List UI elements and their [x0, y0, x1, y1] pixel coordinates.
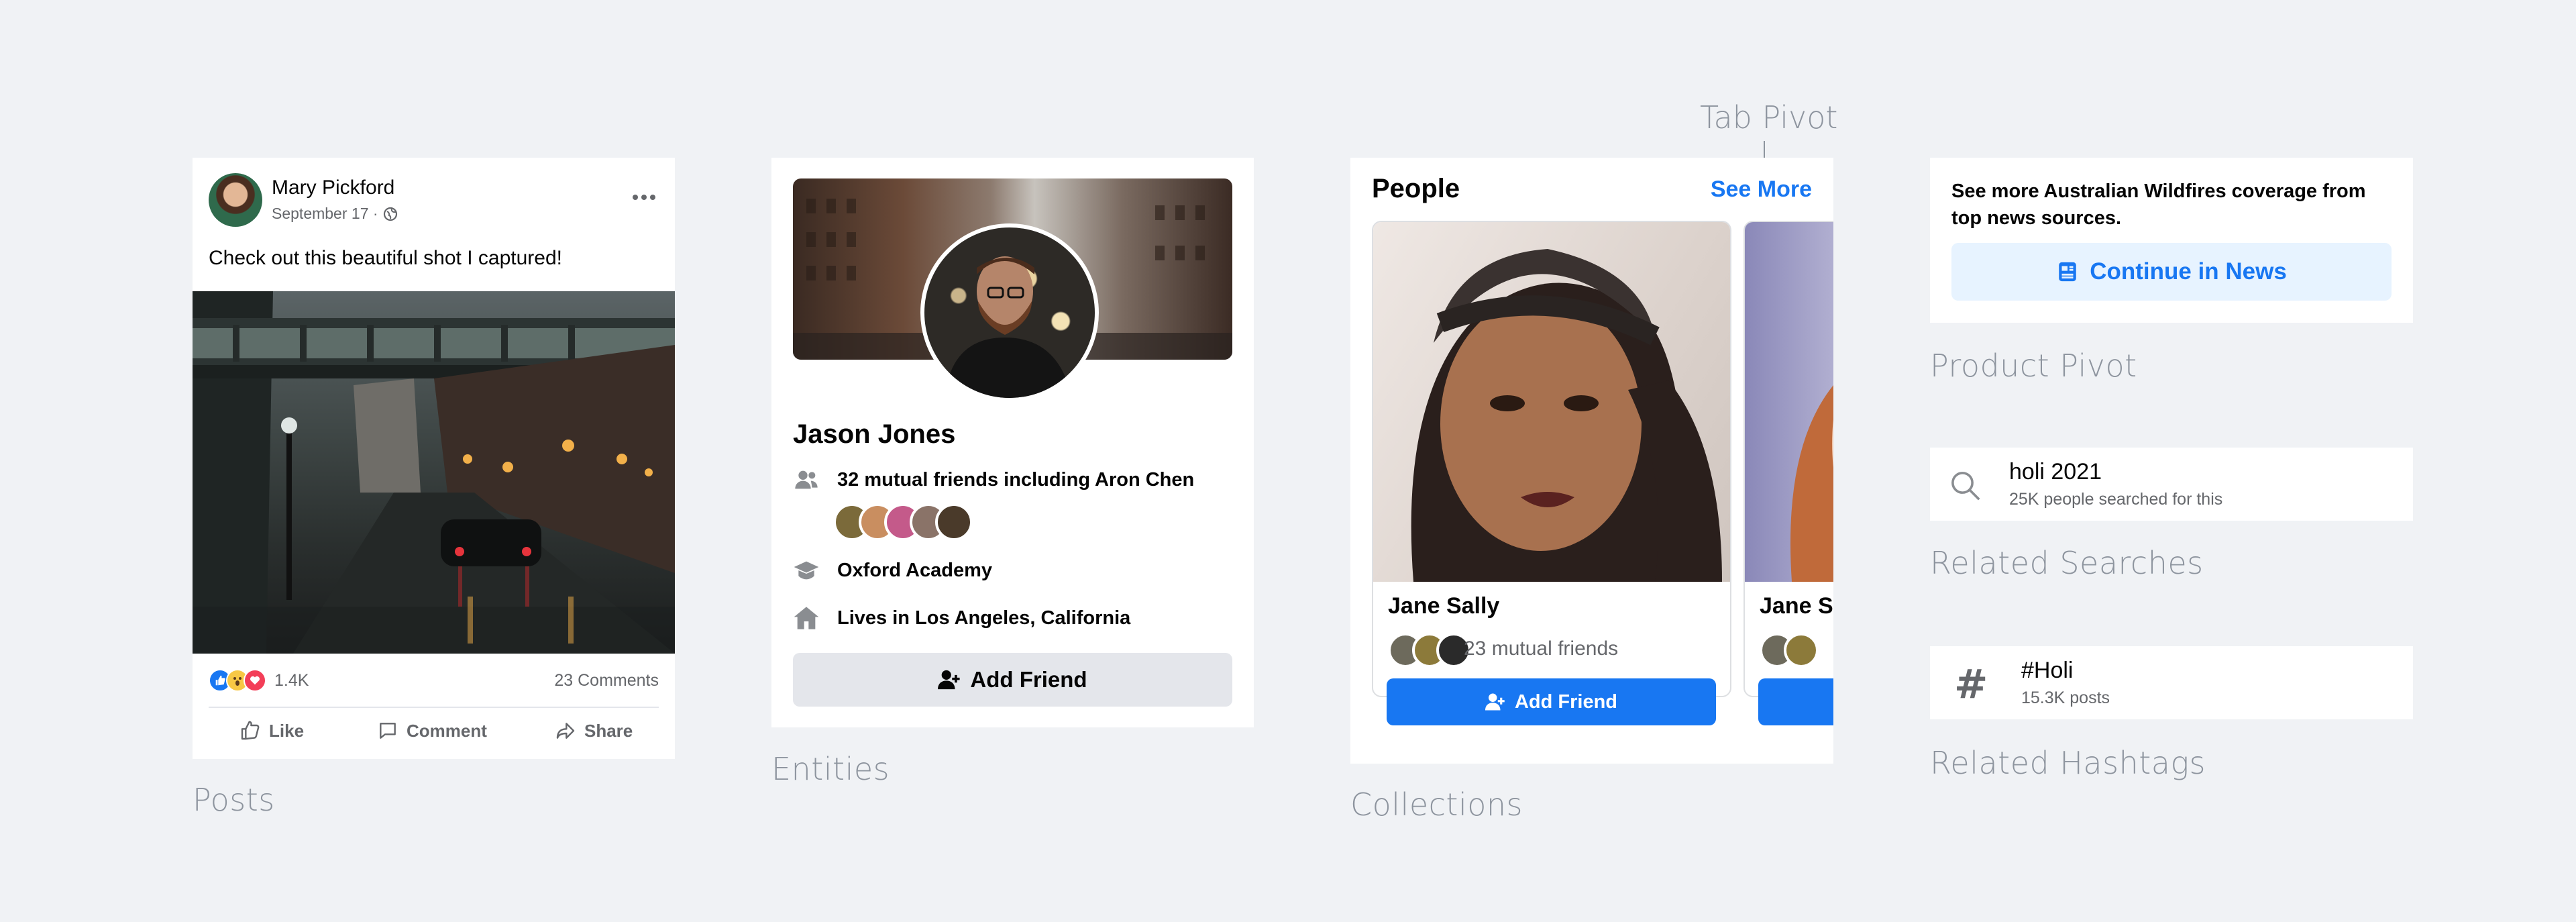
comment-label: Comment [407, 720, 487, 741]
post-date-text: September 17 · [272, 205, 378, 222]
people-collection: People See More Jane Sally 23 mutual fri… [1350, 158, 1833, 764]
friends-icon [793, 466, 820, 493]
collection-title: People [1372, 174, 1460, 203]
school-text[interactable]: Oxford Academy [837, 560, 992, 582]
mutual-friends-row: 32 mutual friends including Aron Chen [793, 466, 1194, 493]
search-query[interactable]: holi 2021 [2009, 459, 2102, 485]
author-name[interactable]: Mary Pickford [272, 176, 394, 199]
person-photo[interactable] [1373, 222, 1730, 582]
entity-name[interactable]: Jason Jones [793, 419, 955, 450]
share-button[interactable]: Share [555, 720, 633, 741]
add-friend-label: Add Friend [1514, 690, 1618, 713]
see-more-link[interactable]: See More [1711, 176, 1812, 203]
tab-pivot-label: Tab Pivot [1700, 99, 1838, 136]
person-mutual-avatars[interactable] [1388, 633, 1475, 668]
hashtag-subtext: 15.3K posts [2021, 688, 2110, 707]
author-avatar[interactable] [209, 173, 262, 227]
hashtag-icon: # [1954, 661, 1988, 708]
divider [209, 707, 659, 708]
like-label: Like [269, 720, 305, 741]
add-friend-label: Add Friend [970, 667, 1087, 692]
search-icon [1947, 468, 1984, 504]
mutual-friends-text[interactable]: 32 mutual friends including Aron Chen [837, 469, 1194, 491]
post-date: September 17 · [272, 205, 398, 223]
mutual-friends-avatars[interactable] [833, 503, 1008, 541]
person-name[interactable]: Jane Sa [1760, 593, 1833, 619]
location-row: Lives in Los Angeles, California [793, 605, 1130, 631]
person-card[interactable]: Jane Sa [1743, 221, 1833, 697]
person-name[interactable]: Jane Sally [1388, 593, 1499, 619]
posts-caption: Posts [193, 782, 275, 818]
globe-icon [382, 206, 398, 222]
person-mutual-avatars[interactable] [1760, 633, 1833, 668]
related-searches-caption: Related Searches [1930, 545, 2204, 581]
mutual-avatar[interactable] [935, 503, 973, 541]
product-pivot-caption: Product Pivot [1930, 348, 2137, 384]
post-text: Check out this beautiful shot I captured… [209, 247, 562, 269]
person-mutual-text[interactable]: 23 mutual friends [1464, 637, 1618, 660]
news-icon [2056, 260, 2079, 283]
person-add-friend-button[interactable]: Add Friend [1387, 678, 1716, 725]
entities-caption: Entities [771, 751, 890, 787]
comment-button[interactable]: Comment [377, 720, 487, 741]
post-card: Mary Pickford September 17 · Check out t… [193, 158, 675, 759]
post-photo[interactable] [193, 291, 675, 654]
love-reaction-icon [244, 669, 266, 692]
comments-count[interactable]: 23 Comments [554, 671, 659, 690]
search-subtext: 25K people searched for this [2009, 490, 2223, 509]
profile-photo[interactable] [920, 223, 1099, 402]
add-friend-icon [938, 668, 961, 691]
share-icon [555, 720, 576, 741]
graduation-cap-icon [793, 557, 820, 584]
continue-in-news-label: Continue in News [2090, 258, 2287, 285]
mutual-avatar[interactable] [1784, 633, 1819, 668]
more-options-icon[interactable] [633, 195, 655, 200]
reactions-summary[interactable]: 1.4K [209, 669, 309, 692]
related-search-item[interactable]: holi 2021 25K people searched for this [1930, 448, 2413, 521]
hashtag-name[interactable]: #Holi [2021, 658, 2073, 684]
location-text[interactable]: Lives in Los Angeles, California [837, 607, 1130, 629]
pivot-text: See more Australian Wildfires coverage f… [1951, 181, 2366, 229]
comment-icon [377, 720, 398, 741]
share-label: Share [584, 720, 633, 741]
reactions-count: 1.4K [274, 670, 309, 690]
thumbs-up-icon [239, 720, 261, 741]
related-hashtag-item[interactable]: # #Holi 15.3K posts [1930, 646, 2413, 719]
education-row: Oxford Academy [793, 557, 992, 584]
like-button[interactable]: Like [239, 720, 304, 741]
continue-in-news-button[interactable]: Continue in News [1951, 243, 2392, 301]
collections-caption: Collections [1350, 786, 1523, 823]
add-friend-icon [1485, 692, 1505, 712]
person-add-friend-button[interactable] [1758, 678, 1833, 725]
add-friend-button[interactable]: Add Friend [793, 653, 1232, 707]
related-hashtags-caption: Related Hashtags [1930, 745, 2206, 781]
person-photo[interactable] [1745, 222, 1833, 582]
product-pivot-card: See more Australian Wildfires coverage f… [1930, 158, 2413, 323]
person-card[interactable]: Jane Sally 23 mutual friends [1372, 221, 1731, 697]
entity-card: Jason Jones 32 mutual friends including … [771, 158, 1254, 727]
home-icon [793, 605, 820, 631]
